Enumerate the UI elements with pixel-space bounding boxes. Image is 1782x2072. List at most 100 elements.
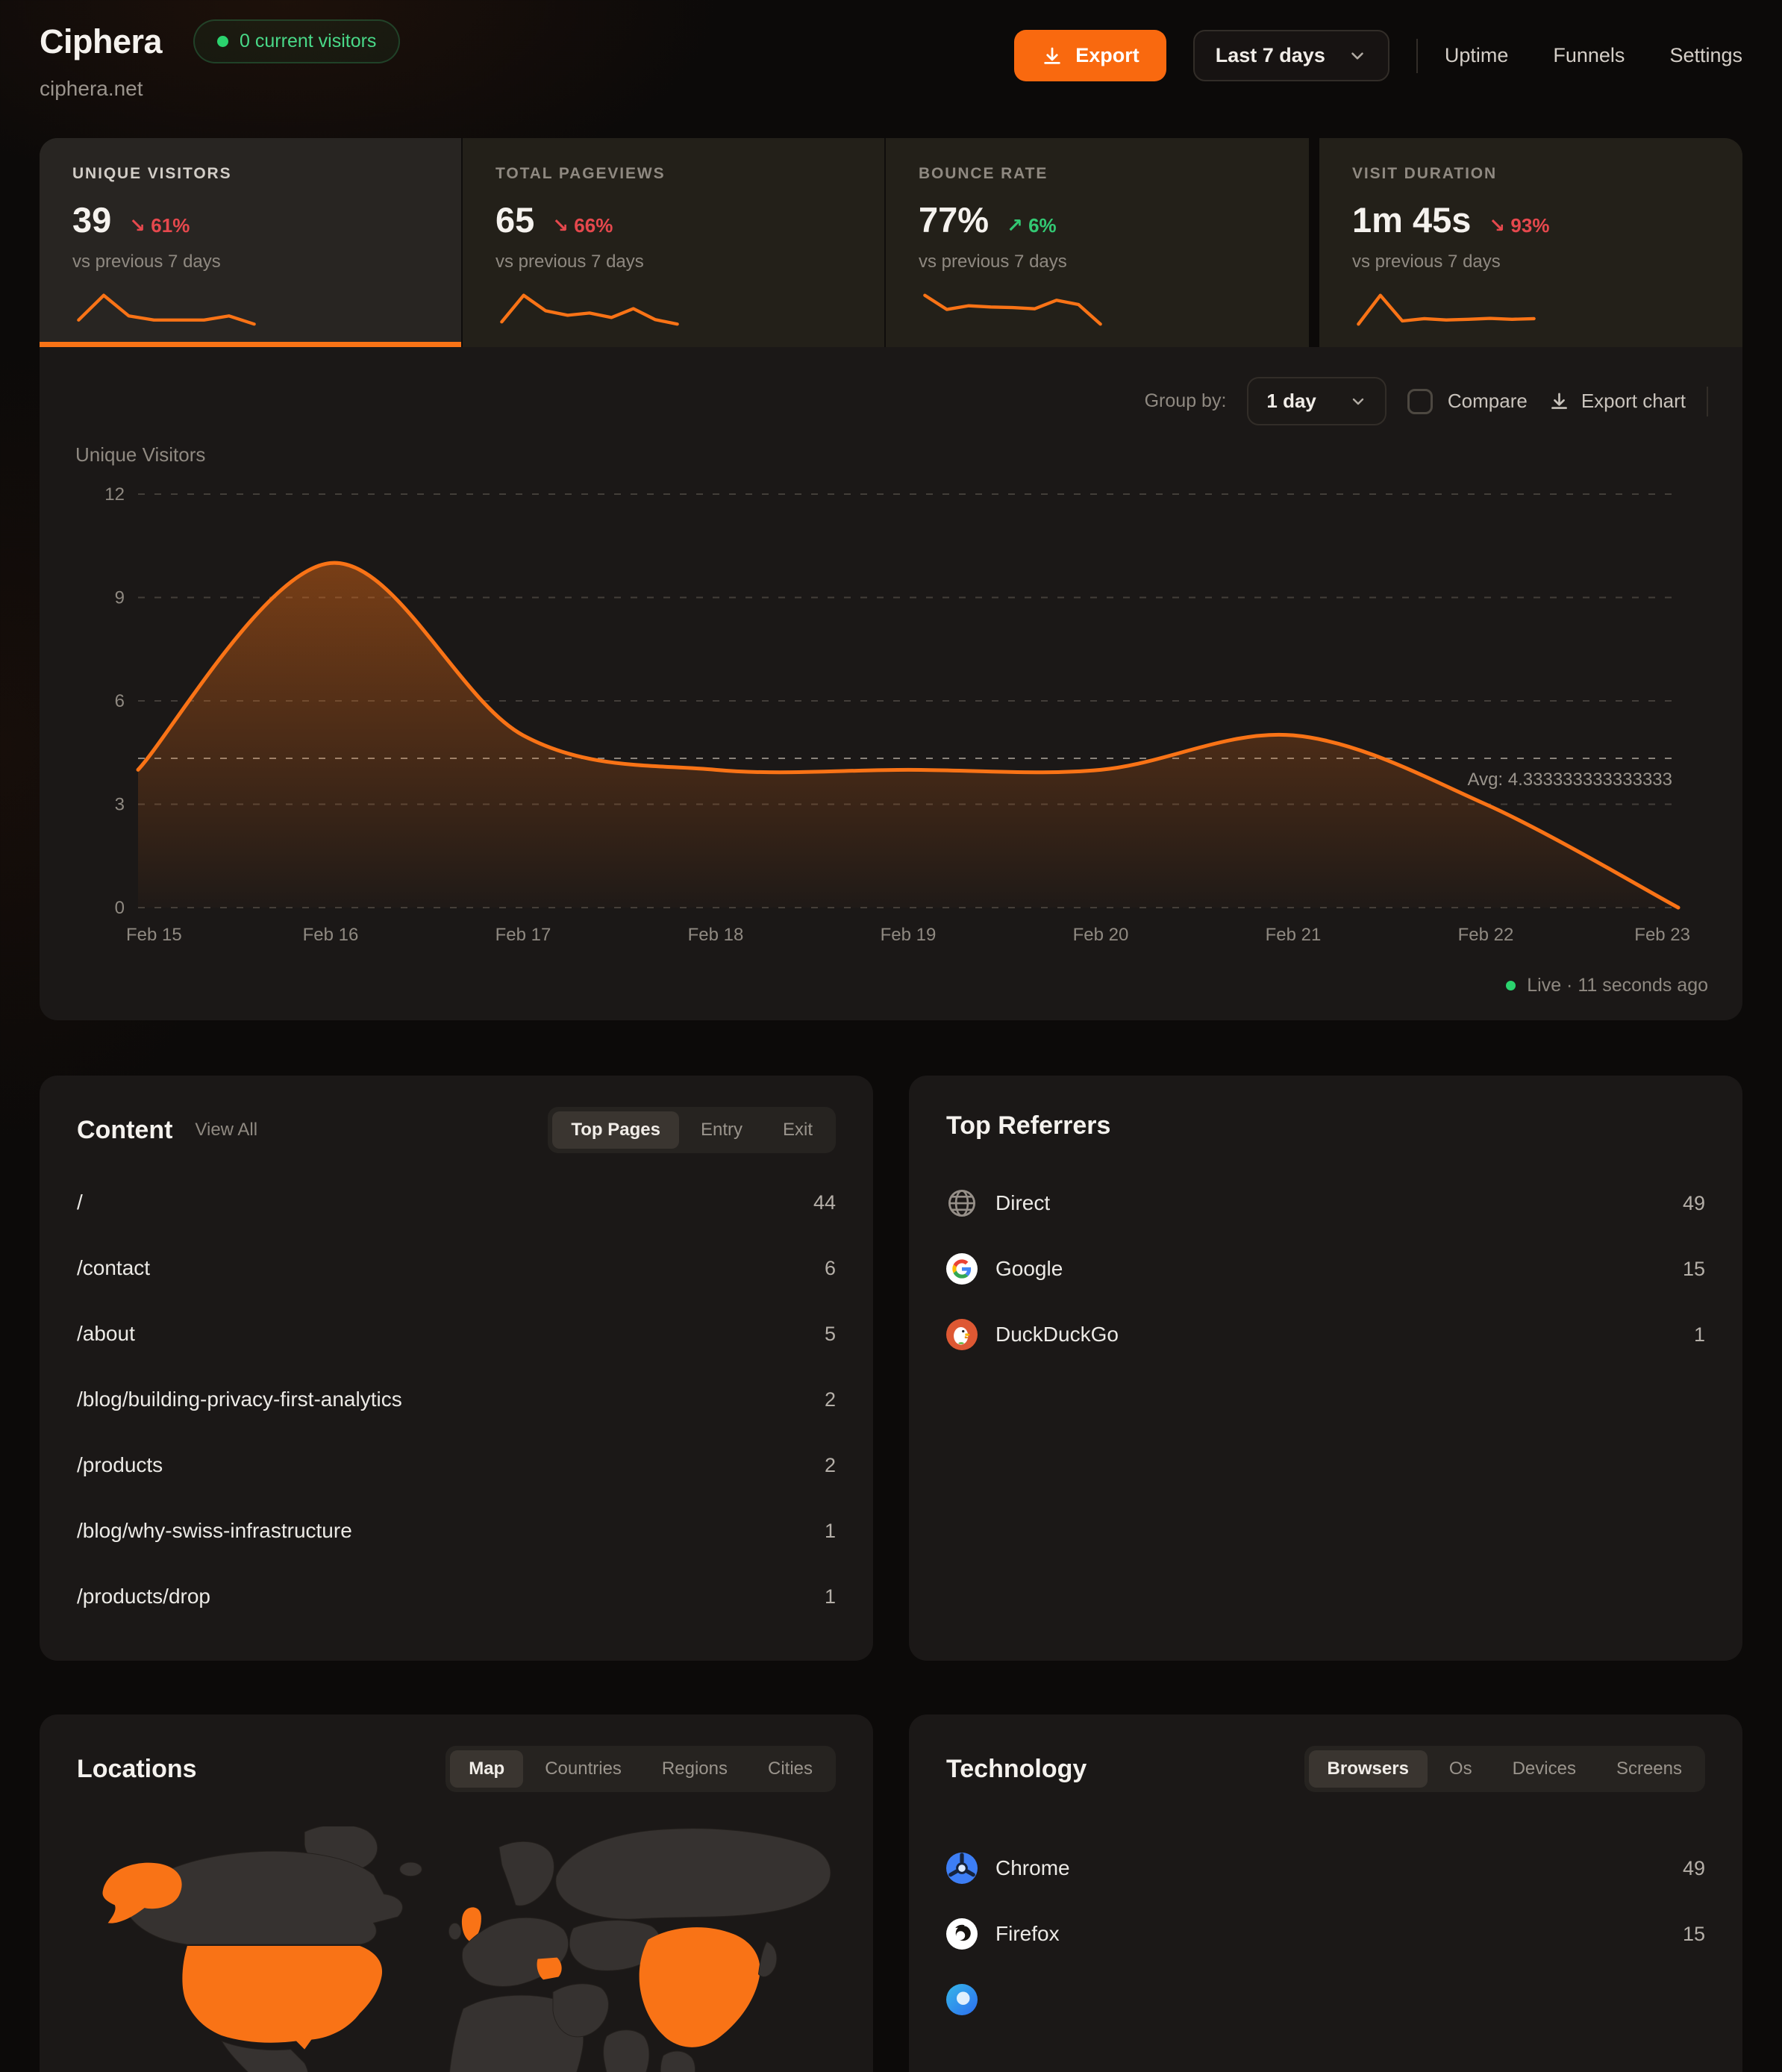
referrer-row[interactable]: Direct 49 <box>946 1170 1705 1236</box>
referrer-row[interactable]: Google15 <box>946 1236 1705 1302</box>
svg-text:Feb 18: Feb 18 <box>688 925 744 945</box>
technology-title: Technology <box>946 1755 1087 1784</box>
globe-icon <box>946 1188 978 1219</box>
export-chart-label: Export chart <box>1581 390 1686 413</box>
export-button[interactable]: Export <box>1014 30 1166 81</box>
row-label: /blog/why-swiss-infrastructure <box>77 1519 352 1543</box>
stat-total-pageviews[interactable]: TOTAL PAGEVIEWS 65 ↘ 66% vs previous 7 d… <box>463 138 886 347</box>
stat-value: 39 <box>72 199 111 240</box>
page-row[interactable]: /blog/building-privacy-first-analytics2 <box>77 1367 836 1432</box>
row-label: Direct <box>995 1191 1050 1215</box>
page-row[interactable]: /products/drop 1 <box>77 1564 836 1629</box>
tab-map[interactable]: Map <box>450 1750 523 1788</box>
browser-row[interactable] <box>946 1967 1705 2032</box>
stats-divider-gap <box>1309 138 1319 347</box>
group-by-label: Group by: <box>1145 390 1227 412</box>
referrer-row[interactable]: DuckDuckGo1 <box>946 1302 1705 1367</box>
nav-settings[interactable]: Settings <box>1669 44 1742 67</box>
map-ireland <box>448 1923 461 1939</box>
technology-tabs: BrowsersOsDevicesScreens <box>1304 1746 1705 1792</box>
map-india <box>604 2030 649 2072</box>
svg-text:Feb 23: Feb 23 <box>1634 925 1690 945</box>
group-by-select[interactable]: 1 day <box>1247 377 1386 425</box>
svg-text:Feb 16: Feb 16 <box>303 925 359 945</box>
row-value: 1 <box>825 1520 836 1543</box>
stat-delta: ↘ 66% <box>552 214 613 237</box>
row-label: /products/drop <box>77 1585 210 1608</box>
view-all-link[interactable]: View All <box>195 1120 257 1140</box>
date-range-value: Last 7 days <box>1216 44 1325 67</box>
google-icon <box>946 1253 978 1285</box>
locations-panel: Locations MapCountriesRegionsCities <box>40 1714 873 2072</box>
tab-os[interactable]: Os <box>1431 1750 1491 1788</box>
row-value: 49 <box>1683 1192 1705 1215</box>
bottom-grid: Locations MapCountriesRegionsCities <box>40 1714 1742 2072</box>
tab-regions[interactable]: Regions <box>643 1750 746 1788</box>
svg-text:3: 3 <box>115 795 125 815</box>
map-mexico <box>222 2041 308 2072</box>
sparkline-chart <box>919 289 1107 329</box>
tab-browsers[interactable]: Browsers <box>1309 1750 1428 1788</box>
referrers-title: Top Referrers <box>946 1111 1110 1140</box>
export-chart-button[interactable]: Export chart <box>1548 390 1686 413</box>
site-domain: ciphera.net <box>40 77 400 101</box>
stat-compare-label: vs previous 7 days <box>919 252 1276 272</box>
stat-label: BOUNCE RATE <box>919 165 1276 183</box>
referrer-rows: Direct 49 Google15DuckDuckGo1 <box>946 1170 1705 1367</box>
content-title: Content <box>77 1116 172 1145</box>
svg-text:Feb 22: Feb 22 <box>1458 925 1514 945</box>
row-value: 49 <box>1683 1857 1705 1880</box>
row-value: 2 <box>825 1454 836 1477</box>
visitors-chart[interactable]: Unique Visitors036912Avg: 4.333333333333… <box>74 445 1708 967</box>
nav-funnels[interactable]: Funnels <box>1553 44 1625 67</box>
row-label: Google <box>995 1257 1063 1281</box>
map-country-china[interactable] <box>640 1927 760 2047</box>
page-row[interactable]: /blog/why-swiss-infrastructure 1 <box>77 1498 836 1564</box>
svg-text:12: 12 <box>104 484 125 505</box>
export-button-label: Export <box>1075 44 1139 67</box>
world-map[interactable] <box>77 1826 836 2072</box>
compare-checkbox[interactable] <box>1407 389 1433 414</box>
stat-unique-visitors[interactable]: UNIQUE VISITORS 39 ↘ 61% vs previous 7 d… <box>40 138 463 347</box>
page-row[interactable]: /contact6 <box>77 1235 836 1301</box>
row-value: 1 <box>1694 1323 1705 1347</box>
browser-row[interactable]: Firefox15 <box>946 1901 1705 1967</box>
stat-visit-duration[interactable]: VISIT DURATION 1m 45s ↘ 93% vs previous … <box>1319 138 1742 347</box>
area-chart: Unique Visitors036912Avg: 4.333333333333… <box>74 445 1708 967</box>
live-visitors-badge[interactable]: 0 current visitors <box>193 19 400 63</box>
stat-label: VISIT DURATION <box>1352 165 1710 183</box>
page-row[interactable]: /44 <box>77 1170 836 1235</box>
stat-bounce-rate[interactable]: BOUNCE RATE 77% ↗ 6% vs previous 7 days <box>886 138 1309 347</box>
live-dot-icon <box>1506 981 1516 990</box>
tab-exit[interactable]: Exit <box>764 1111 831 1149</box>
map-country-united-states[interactable] <box>182 1946 382 2050</box>
svg-text:Feb 20: Feb 20 <box>1073 925 1129 945</box>
browser-row[interactable]: Chrome 49 <box>946 1835 1705 1901</box>
tab-countries[interactable]: Countries <box>526 1750 640 1788</box>
compare-label: Compare <box>1448 390 1528 413</box>
technology-panel: Technology BrowsersOsDevicesScreens Chro… <box>909 1714 1742 2072</box>
date-range-select[interactable]: Last 7 days <box>1193 30 1389 81</box>
page-row[interactable]: /products2 <box>77 1432 836 1498</box>
row-label: Chrome <box>995 1856 1070 1880</box>
row-label: /contact <box>77 1256 150 1280</box>
tab-cities[interactable]: Cities <box>749 1750 831 1788</box>
download-icon <box>1041 45 1063 67</box>
tab-screens[interactable]: Screens <box>1598 1750 1701 1788</box>
row-value: 1 <box>825 1585 836 1608</box>
map-japan <box>758 1941 776 1976</box>
visitors-badge-label: 0 current visitors <box>240 31 376 52</box>
page-row[interactable]: /about5 <box>77 1301 836 1367</box>
nav-uptime[interactable]: Uptime <box>1445 44 1509 67</box>
map-country-romania[interactable] <box>537 1958 562 1980</box>
chrome-icon <box>946 1853 978 1884</box>
tab-entry[interactable]: Entry <box>682 1111 761 1149</box>
live-label: Live · 11 seconds ago <box>1527 975 1708 996</box>
referrers-panel: Top Referrers Direct 49 Google15DuckDuckGo… <box>909 1076 1742 1661</box>
svg-text:Feb 17: Feb 17 <box>495 925 551 945</box>
stat-delta: ↗ 6% <box>1007 214 1057 237</box>
sparkline-chart <box>72 289 260 329</box>
tab-devices[interactable]: Devices <box>1494 1750 1595 1788</box>
map-russia <box>556 1829 831 1919</box>
tab-top-pages[interactable]: Top Pages <box>552 1111 679 1149</box>
